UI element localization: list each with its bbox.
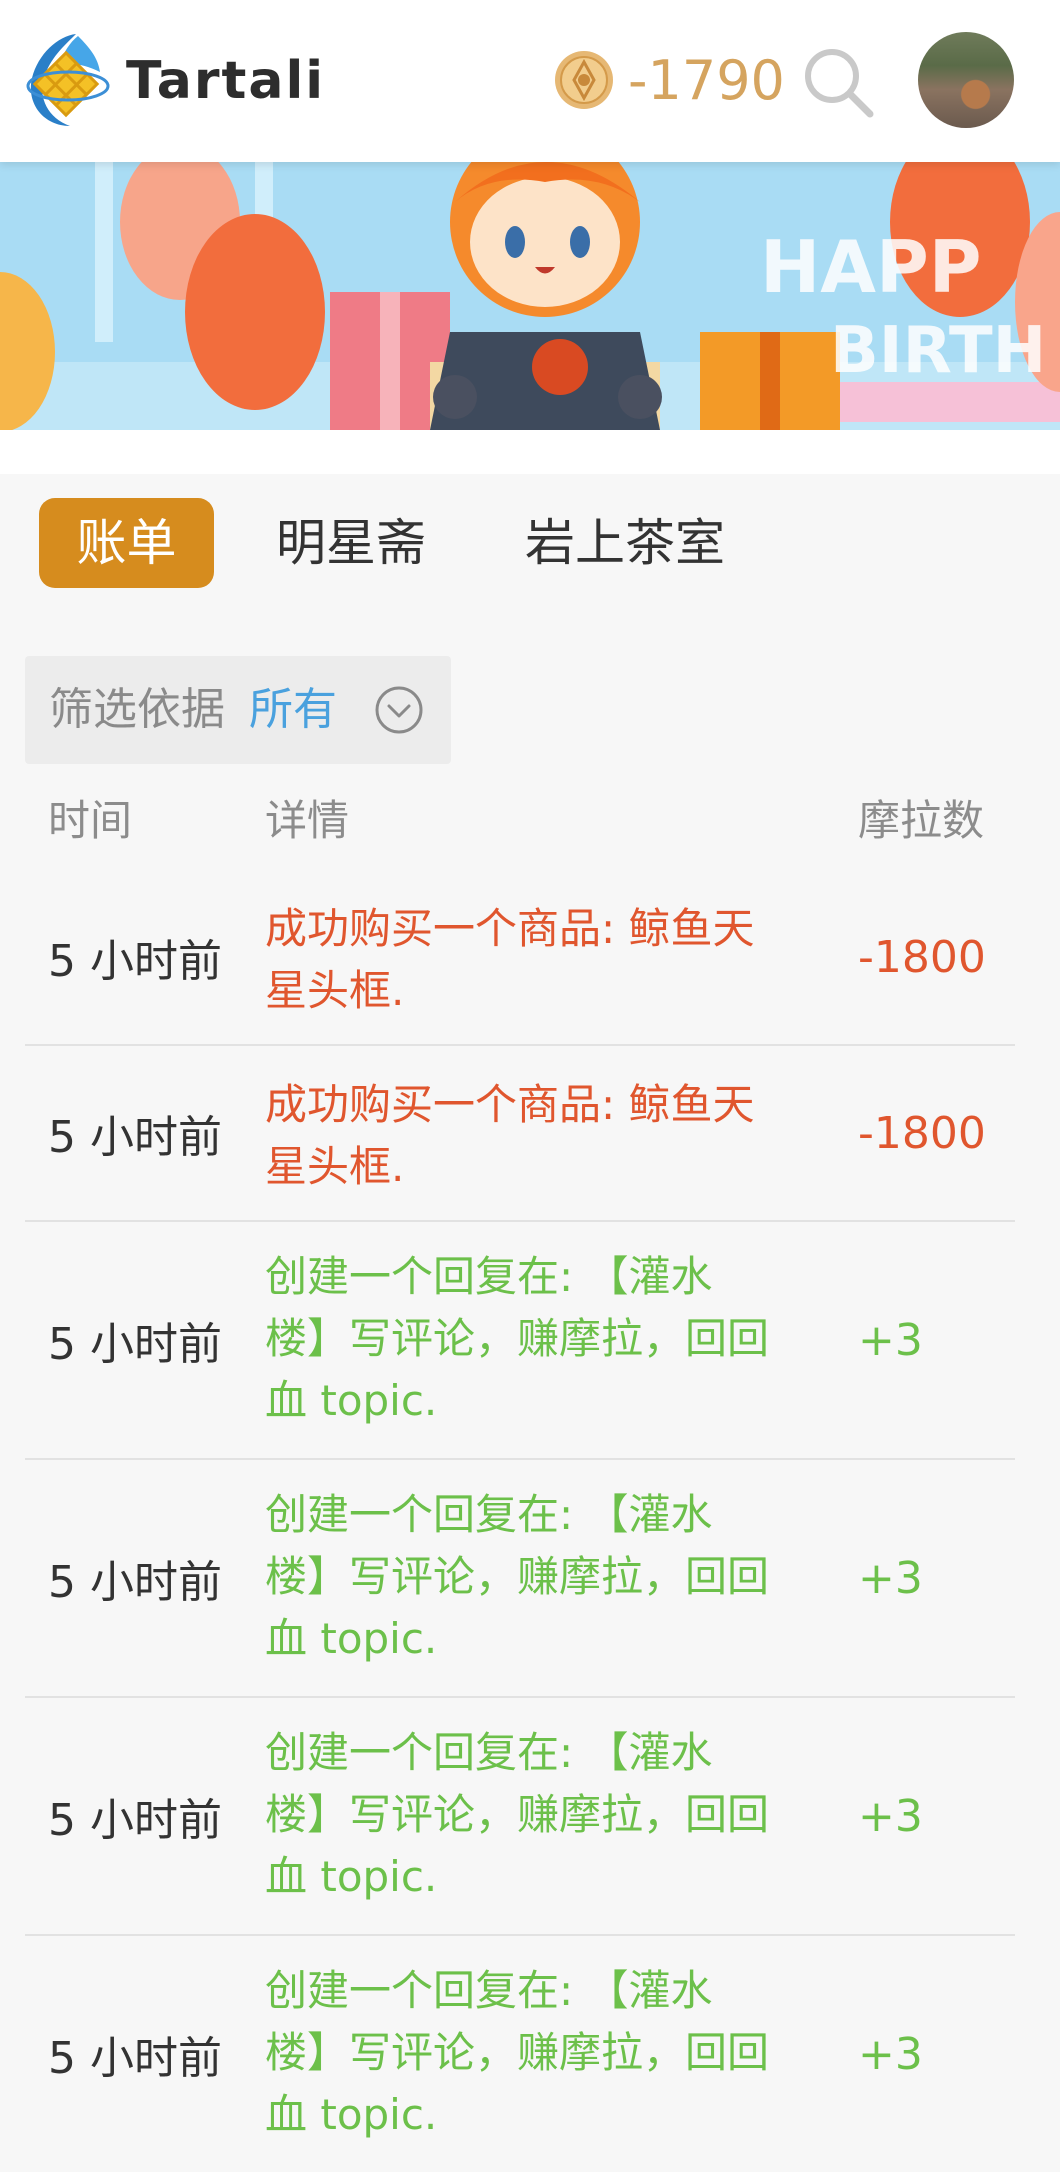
svg-text:HAPP: HAPP xyxy=(760,225,982,309)
row-amount: +3 xyxy=(858,1552,923,1604)
table-row: 5 小时前 创建一个回复在: 【灌水 楼】写评论，赚摩拉，回回 血 topic.… xyxy=(25,1936,1015,2172)
column-header-amount: 摩拉数 xyxy=(858,796,985,845)
banner-gap xyxy=(0,430,1060,474)
tab-tea-room[interactable]: 岩上茶室 xyxy=(510,498,740,588)
column-header-detail: 详情 xyxy=(265,796,350,845)
table-header: 时间 详情 摩拉数 xyxy=(0,786,1060,856)
row-time: 5 小时前 xyxy=(48,1557,222,1608)
transaction-list: 5 小时前 成功购买一个商品: 鲸鱼天 星头框. -1800 5 小时前 成功购… xyxy=(25,870,1015,2172)
svg-text:BIRTH: BIRTH xyxy=(830,314,1046,388)
search-icon[interactable] xyxy=(800,44,876,120)
brand-name[interactable]: Tartali xyxy=(126,50,325,112)
mora-balance: -1790 xyxy=(628,49,785,112)
row-time: 5 小时前 xyxy=(48,1795,222,1846)
filter-value[interactable]: 所有 xyxy=(249,678,337,742)
tab-bill[interactable]: 账单 xyxy=(39,498,214,588)
row-time: 5 小时前 xyxy=(48,1112,222,1163)
mora-coin-icon xyxy=(555,51,613,109)
row-detail: 成功购买一个商品: 鲸鱼天 星头框. xyxy=(265,904,755,1015)
tab-star-shop[interactable]: 明星斋 xyxy=(256,498,446,588)
chevron-down-icon[interactable] xyxy=(373,684,425,736)
row-time: 5 小时前 xyxy=(48,1319,222,1370)
row-amount: -1800 xyxy=(858,1107,986,1159)
tartali-logo-icon[interactable] xyxy=(18,28,114,132)
row-amount: +3 xyxy=(858,2028,923,2080)
table-row: 5 小时前 创建一个回复在: 【灌水 楼】写评论，赚摩拉，回回 血 topic.… xyxy=(25,1222,1015,1460)
table-row: 5 小时前 成功购买一个商品: 鲸鱼天 星头框. -1800 xyxy=(25,870,1015,1046)
row-time: 5 小时前 xyxy=(48,936,222,987)
row-detail: 创建一个回复在: 【灌水 楼】写评论，赚摩拉，回回 血 topic. xyxy=(265,1252,770,1425)
column-header-time: 时间 xyxy=(48,796,133,845)
top-header: Tartali -1790 xyxy=(0,0,1060,162)
store-tabs: 账单 明星斋 岩上茶室 xyxy=(0,474,1060,614)
table-row: 5 小时前 创建一个回复在: 【灌水 楼】写评论，赚摩拉，回回 血 topic.… xyxy=(25,1698,1015,1936)
row-time: 5 小时前 xyxy=(48,2033,222,2084)
row-detail: 创建一个回复在: 【灌水 楼】写评论，赚摩拉，回回 血 topic. xyxy=(265,1728,770,1901)
table-row: 5 小时前 创建一个回复在: 【灌水 楼】写评论，赚摩拉，回回 血 topic.… xyxy=(25,1460,1015,1698)
birthday-banner: HAPP BIRTH xyxy=(0,162,1060,430)
row-amount: -1800 xyxy=(858,931,986,983)
filter-label: 筛选依据 xyxy=(49,684,225,735)
user-avatar[interactable] xyxy=(918,32,1014,128)
row-detail: 创建一个回复在: 【灌水 楼】写评论，赚摩拉，回回 血 topic. xyxy=(265,1490,770,1663)
row-detail: 成功购买一个商品: 鲸鱼天 星头框. xyxy=(265,1080,755,1191)
row-amount: +3 xyxy=(858,1314,923,1366)
table-row: 5 小时前 成功购买一个商品: 鲸鱼天 星头框. -1800 xyxy=(25,1046,1015,1222)
filter-dropdown[interactable]: 筛选依据 所有 xyxy=(25,656,451,764)
row-detail: 创建一个回复在: 【灌水 楼】写评论，赚摩拉，回回 血 topic. xyxy=(265,1966,770,2139)
row-amount: +3 xyxy=(858,1790,923,1842)
